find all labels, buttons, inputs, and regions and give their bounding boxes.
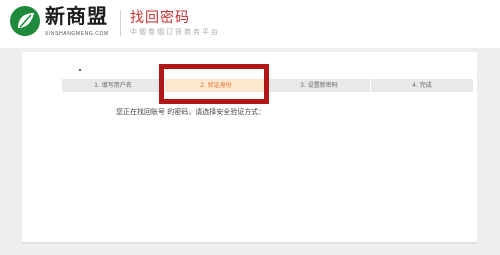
highlight-annotation-box <box>159 64 269 104</box>
site-header: 新商盟 XINSHANGMENG.COM 找回密码 中烟卷烟订货商务平台 <box>0 0 500 48</box>
logo-subtext: XINSHANGMENG.COM <box>45 31 109 37</box>
page-subtitle: 中烟卷烟订货商务平台 <box>130 28 220 36</box>
decorative-dot <box>79 69 81 71</box>
logo-text[interactable]: 新商盟 <box>45 5 108 27</box>
step-4-done: 4. 完成 <box>371 79 474 92</box>
step-1-enter-username: 1. 填写用户名 <box>62 79 165 92</box>
leaf-logo-icon[interactable] <box>8 4 42 38</box>
step-3-set-new-password: 3. 设置新密码 <box>268 79 371 92</box>
verification-prompt: 您正在找回账号 的密码，请选择安全验证方式： <box>116 108 266 116</box>
card-bottom-shadow <box>22 242 477 244</box>
page-title: 找回密码 <box>130 10 190 26</box>
header-divider <box>120 10 121 36</box>
